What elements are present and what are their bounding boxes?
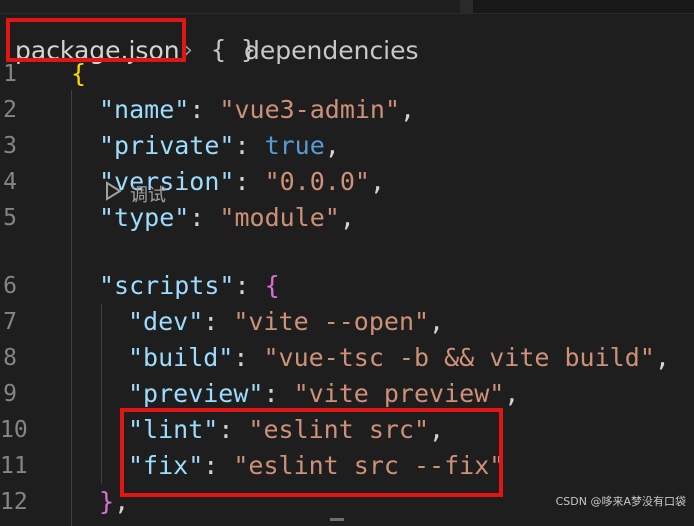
- json-key: "fix": [128, 451, 204, 480]
- json-key: "private": [99, 131, 235, 160]
- editor-tab[interactable]: [460, 0, 473, 13]
- json-value: "eslint src --fix": [233, 451, 505, 480]
- line-number: 10: [0, 417, 28, 443]
- line-number: 4: [3, 169, 17, 195]
- line-number: 8: [3, 345, 17, 371]
- open-brace: {: [264, 271, 280, 300]
- json-key: "scripts": [99, 271, 235, 300]
- line-number: 12: [0, 489, 28, 515]
- code-text: "build": "vue-tsc -b && vite build",: [128, 343, 670, 372]
- line-number: 5: [3, 205, 17, 231]
- code-text: "lint": "eslint src",: [128, 415, 445, 444]
- watermark: CSDN @哆来A梦没有口袋: [555, 495, 686, 508]
- json-value: "vite --open": [233, 307, 430, 336]
- breadcrumb: package.json › { } dependencies: [0, 18, 694, 63]
- open-brace: {: [71, 59, 87, 88]
- editor-tab-active[interactable]: [0, 0, 461, 13]
- codelens-label: 调试: [130, 185, 166, 206]
- json-key: "build": [128, 343, 234, 372]
- code-line: 9 "preview": "vite preview",: [0, 377, 694, 411]
- codelens-debug[interactable]: 调试: [104, 181, 166, 211]
- json-value: true: [264, 131, 325, 160]
- code-text: "private": true,: [99, 131, 340, 160]
- json-value: "module": [219, 203, 340, 232]
- json-key: "dev": [128, 307, 204, 336]
- json-value: "vue3-admin": [219, 95, 401, 124]
- json-value: "0.0.0": [264, 167, 370, 196]
- code-line: 6 "scripts": {: [0, 269, 694, 303]
- scrollbar-thumb[interactable]: [330, 518, 344, 521]
- code-line: 2 "name": "vue3-admin",: [0, 93, 694, 127]
- json-key: "lint": [128, 415, 219, 444]
- code-text: "dev": "vite --open",: [128, 307, 445, 336]
- line-number: 9: [3, 381, 17, 407]
- code-text: "scripts": {: [99, 271, 280, 300]
- json-key: "name": [99, 95, 190, 124]
- code-line: 11 "fix": "eslint src --fix": [0, 449, 694, 483]
- code-line: 7 "dev": "vite --open",: [0, 305, 694, 339]
- json-value: "vite preview": [293, 379, 505, 408]
- code-editor[interactable]: 1 { 2 "name": "vue3-admin", 3 "private":…: [0, 56, 694, 526]
- code-text: "name": "vue3-admin",: [99, 95, 416, 124]
- line-number: 3: [3, 133, 17, 159]
- code-line: 10 "lint": "eslint src",: [0, 413, 694, 447]
- code-line: 1 {: [0, 57, 694, 91]
- code-text: "preview": "vite preview",: [128, 379, 520, 408]
- close-brace: }: [99, 487, 115, 516]
- json-key: "preview": [128, 379, 264, 408]
- line-number: 7: [3, 309, 17, 335]
- code-text: {: [71, 57, 86, 91]
- editor-tab-strip: [0, 0, 694, 14]
- json-value: "eslint src": [248, 415, 430, 444]
- line-number: 6: [3, 273, 17, 299]
- line-number: 1: [3, 61, 17, 87]
- code-text: "fix": "eslint src --fix": [128, 451, 505, 480]
- code-line: 3 "private": true,: [0, 129, 694, 163]
- code-text: },: [99, 487, 130, 516]
- line-number: 11: [0, 453, 28, 479]
- line-number: 2: [3, 97, 17, 123]
- code-line: 8 "build": "vue-tsc -b && vite build",: [0, 341, 694, 375]
- json-value: "vue-tsc -b && vite build": [263, 343, 655, 372]
- play-icon: [104, 181, 122, 211]
